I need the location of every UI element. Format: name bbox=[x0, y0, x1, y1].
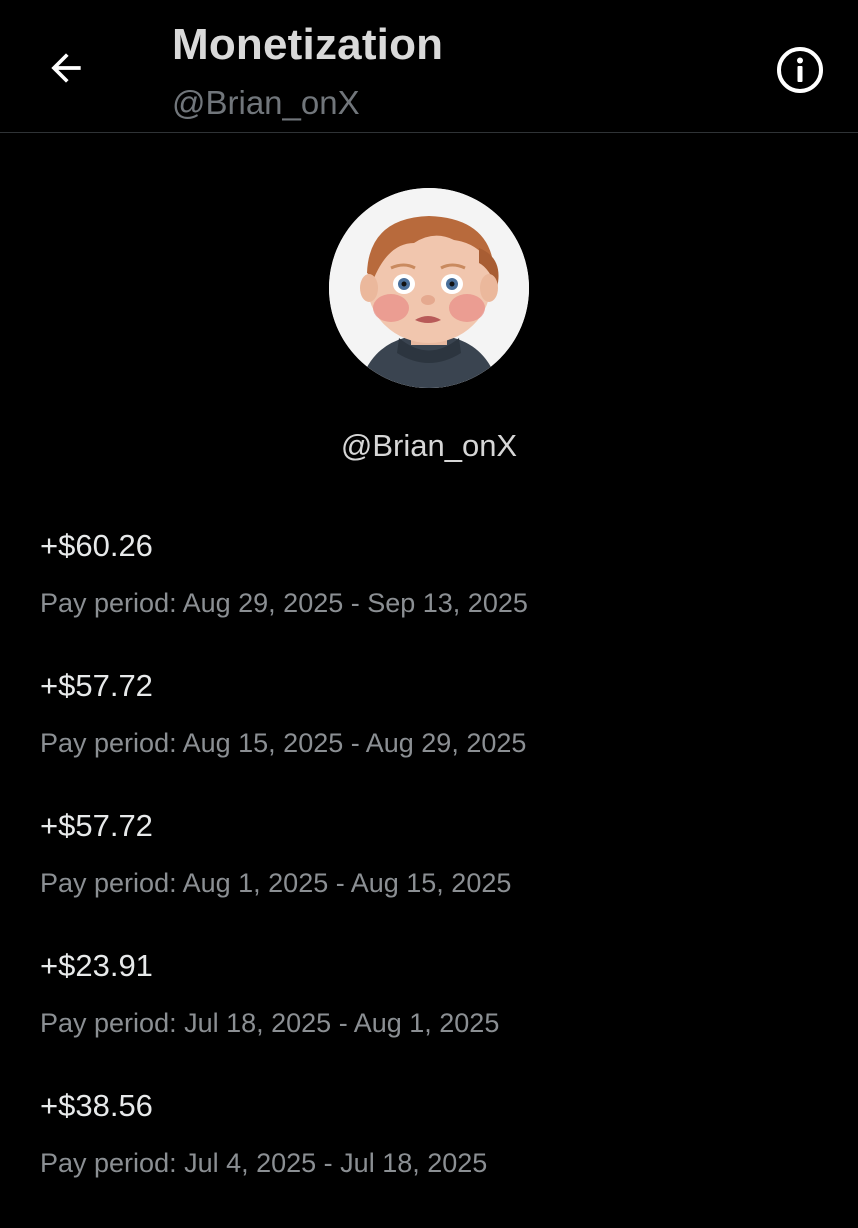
payment-amount: +$57.72 bbox=[40, 668, 153, 703]
payment-amount: +$38.56 bbox=[40, 1088, 153, 1123]
payment-item: +$60.26 Pay period: Aug 29, 2025 - Sep 1… bbox=[40, 528, 830, 668]
info-button[interactable] bbox=[770, 40, 830, 100]
arrow-left-icon bbox=[51, 53, 81, 83]
payment-item: +$57.72 Pay period: Aug 1, 2025 - Aug 15… bbox=[40, 808, 830, 948]
profile-handle: @Brian_onX bbox=[340, 428, 518, 463]
payment-amount: +$23.91 bbox=[40, 948, 153, 983]
payment-period: Pay period: Aug 1, 2025 - Aug 15, 2025 bbox=[40, 868, 512, 898]
payment-period: Pay period: Jul 18, 2025 - Aug 1, 2025 bbox=[40, 1008, 500, 1038]
payment-period: Pay period: Jul 4, 2025 - Jul 18, 2025 bbox=[40, 1148, 488, 1178]
payment-item: +$23.91 Pay period: Jul 18, 2025 - Aug 1… bbox=[40, 948, 830, 1088]
payment-item: +$38.56 Pay period: Jul 4, 2025 - Jul 18… bbox=[40, 1088, 830, 1228]
payment-period: Pay period: Aug 29, 2025 - Sep 13, 2025 bbox=[40, 588, 528, 618]
info-circle-icon bbox=[777, 47, 823, 93]
page-title: Monetization bbox=[172, 20, 444, 69]
avatar-image bbox=[329, 188, 529, 388]
app-header: Monetization @Brian_onX bbox=[0, 0, 858, 133]
payment-list: +$60.26 Pay period: Aug 29, 2025 - Sep 1… bbox=[40, 528, 830, 1228]
payment-period: Pay period: Aug 15, 2025 - Aug 29, 2025 bbox=[40, 728, 527, 758]
payment-amount: +$60.26 bbox=[40, 528, 153, 563]
page-subtitle: @Brian_onX bbox=[172, 84, 360, 121]
back-button[interactable] bbox=[36, 38, 96, 98]
payment-item: +$57.72 Pay period: Aug 15, 2025 - Aug 2… bbox=[40, 668, 830, 808]
avatar[interactable] bbox=[329, 188, 529, 388]
payment-amount: +$57.72 bbox=[40, 808, 153, 843]
